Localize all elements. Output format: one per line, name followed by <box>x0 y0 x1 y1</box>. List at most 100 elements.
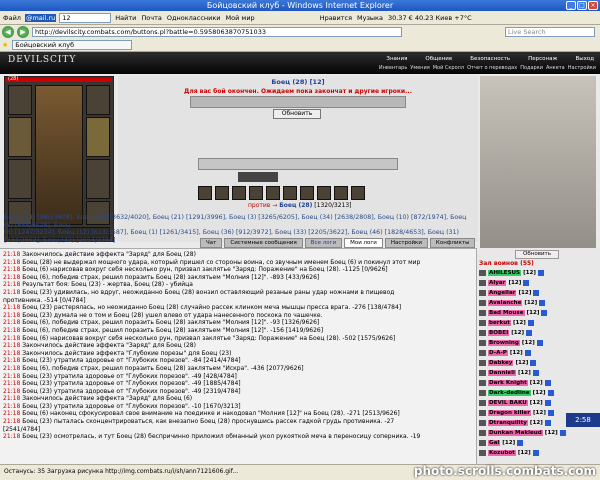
player-name[interactable]: Dark-dedline <box>488 390 531 396</box>
back-icon[interactable]: ◀ <box>2 26 14 38</box>
spell-slot[interactable] <box>334 186 348 200</box>
player-name[interactable]: Dunkan Makleud <box>488 430 543 436</box>
player-name[interactable]: Angellar <box>488 290 517 296</box>
info-icon[interactable] <box>547 410 554 416</box>
menu-vyhod[interactable]: Выход <box>575 56 594 62</box>
info-icon[interactable] <box>544 420 551 426</box>
player-row[interactable]: berkut [12] <box>479 319 599 327</box>
maximize-button[interactable]: □ <box>577 1 587 10</box>
info-icon[interactable] <box>544 380 551 386</box>
moi-mir-link[interactable]: Мой мир <box>225 14 256 22</box>
player-row[interactable]: D-A-P [12] <box>479 349 599 357</box>
earring-slot[interactable] <box>86 85 110 115</box>
live-search-input[interactable]: Live Search <box>505 27 595 37</box>
player-name[interactable]: Gal <box>488 440 501 446</box>
tab-settings[interactable]: Настройки <box>384 238 428 248</box>
spell-slot[interactable] <box>283 186 297 200</box>
spell-slot[interactable] <box>351 186 365 200</box>
player-name[interactable]: D-A-P <box>488 350 508 356</box>
mail-link[interactable]: Почта <box>140 14 162 22</box>
player-name[interactable]: berkut <box>488 320 511 326</box>
toolbar-search-input[interactable]: 12 <box>59 12 112 23</box>
player-row[interactable]: AHILESUS [12] <box>479 269 599 277</box>
menu-personazh[interactable]: Персонаж <box>528 56 557 62</box>
submenu-profile[interactable]: Анкета <box>546 65 565 71</box>
opponent-name[interactable]: Боец (28) [12] <box>118 78 478 86</box>
info-icon[interactable] <box>547 390 554 396</box>
menu-obshchenie[interactable]: Общение <box>425 56 452 62</box>
spell-slot[interactable] <box>232 186 246 200</box>
player-row[interactable]: Bad Mouse [12] <box>479 309 599 317</box>
info-icon[interactable] <box>533 290 540 296</box>
weapon-slot[interactable] <box>8 117 32 157</box>
info-icon[interactable] <box>532 450 539 456</box>
player-row[interactable]: Dark Knight [12] <box>479 379 599 387</box>
minimize-button[interactable]: _ <box>566 1 576 10</box>
forward-icon[interactable]: ▶ <box>17 26 29 38</box>
submenu-scroll[interactable]: Мой Скролл <box>433 65 464 71</box>
player-name[interactable]: Dark Knight <box>488 380 528 386</box>
player-row[interactable]: Gal [12] <box>479 439 599 447</box>
enemy-list-line[interactable]: Боец (14) [980/3608], Боец (48) [3632/40… <box>4 214 476 229</box>
refresh-players-button[interactable]: Обновить <box>515 250 559 259</box>
file-menu[interactable]: Файл <box>2 14 22 22</box>
player-row[interactable]: BOBEI [12] <box>479 329 599 337</box>
player-name[interactable]: Kozubot <box>488 450 516 456</box>
info-icon[interactable] <box>536 340 543 346</box>
odnoklassniki-link[interactable]: Одноклассники <box>166 14 222 22</box>
player-name[interactable]: Danniell <box>488 370 516 376</box>
player-row[interactable]: Browning [12] <box>479 339 599 347</box>
spell-slots[interactable] <box>238 172 278 182</box>
spell-slot[interactable] <box>215 186 229 200</box>
info-icon[interactable] <box>537 270 544 276</box>
player-name[interactable]: Alyar <box>488 280 507 286</box>
info-icon[interactable] <box>523 280 530 286</box>
armor-slot[interactable] <box>8 159 32 199</box>
player-name[interactable]: BOBEI <box>488 330 510 336</box>
info-icon[interactable] <box>541 310 548 316</box>
player-name[interactable]: Dabkey <box>488 360 514 366</box>
player-row[interactable]: Dabkey [12] <box>479 359 599 367</box>
spell-slot[interactable] <box>198 186 212 200</box>
player-row[interactable]: Dunkan Makleud [12] <box>479 429 599 437</box>
info-icon[interactable] <box>532 370 539 376</box>
info-icon[interactable] <box>544 400 551 406</box>
favorites-star-icon[interactable]: ★ <box>2 41 8 49</box>
player-name[interactable]: Avalanche <box>488 300 523 306</box>
player-row[interactable]: Danniell [12] <box>479 369 599 377</box>
versus-opponent[interactable]: Боец (28) <box>279 202 312 209</box>
tab-my-logs[interactable]: Мои логи <box>344 238 383 248</box>
submenu-skills[interactable]: Умения <box>410 65 429 71</box>
menu-bezopasnost[interactable]: Безопасность <box>470 56 510 62</box>
spell-slot[interactable] <box>317 186 331 200</box>
player-row[interactable]: Angellar [12] <box>479 289 599 297</box>
tab-system[interactable]: Системные сообщения <box>224 238 303 248</box>
spell-slot[interactable] <box>249 186 263 200</box>
music-link[interactable]: Музыка <box>356 14 384 22</box>
info-icon[interactable] <box>539 300 546 306</box>
helmet-slot[interactable] <box>8 85 32 115</box>
gloves-slot[interactable] <box>86 159 110 199</box>
address-input[interactable]: http://devilscity.combats.com/buttons.pl… <box>32 27 402 37</box>
player-row[interactable]: DEVIL BAKU [12] <box>479 399 599 407</box>
submenu-settings[interactable]: Настройки <box>568 65 596 71</box>
player-name[interactable]: Dtranquility <box>488 420 528 426</box>
shield-slot[interactable] <box>86 117 110 157</box>
spell-slot[interactable] <box>300 186 314 200</box>
info-icon[interactable] <box>524 350 531 356</box>
tab-chat[interactable]: Чат <box>200 238 223 248</box>
info-icon[interactable] <box>530 360 537 366</box>
spell-slot[interactable] <box>266 186 280 200</box>
tab-conflicts[interactable]: Конфликты <box>429 238 476 248</box>
submenu-gifts[interactable]: Подарки <box>520 65 543 71</box>
player-row[interactable]: Avalanche [12] <box>479 299 599 307</box>
player-name[interactable]: DEVIL BAKU <box>488 400 528 406</box>
like-link[interactable]: Нравится <box>319 14 353 22</box>
player-name[interactable]: Dragon killer <box>488 410 531 416</box>
submenu-inventory[interactable]: Инвентарь <box>379 65 407 71</box>
info-icon[interactable] <box>559 430 566 436</box>
player-row[interactable]: Alyar [12] <box>479 279 599 287</box>
player-row[interactable]: Kozubot [12] <box>479 449 599 457</box>
info-icon[interactable] <box>517 440 524 446</box>
find-button[interactable]: Найти <box>114 14 137 22</box>
